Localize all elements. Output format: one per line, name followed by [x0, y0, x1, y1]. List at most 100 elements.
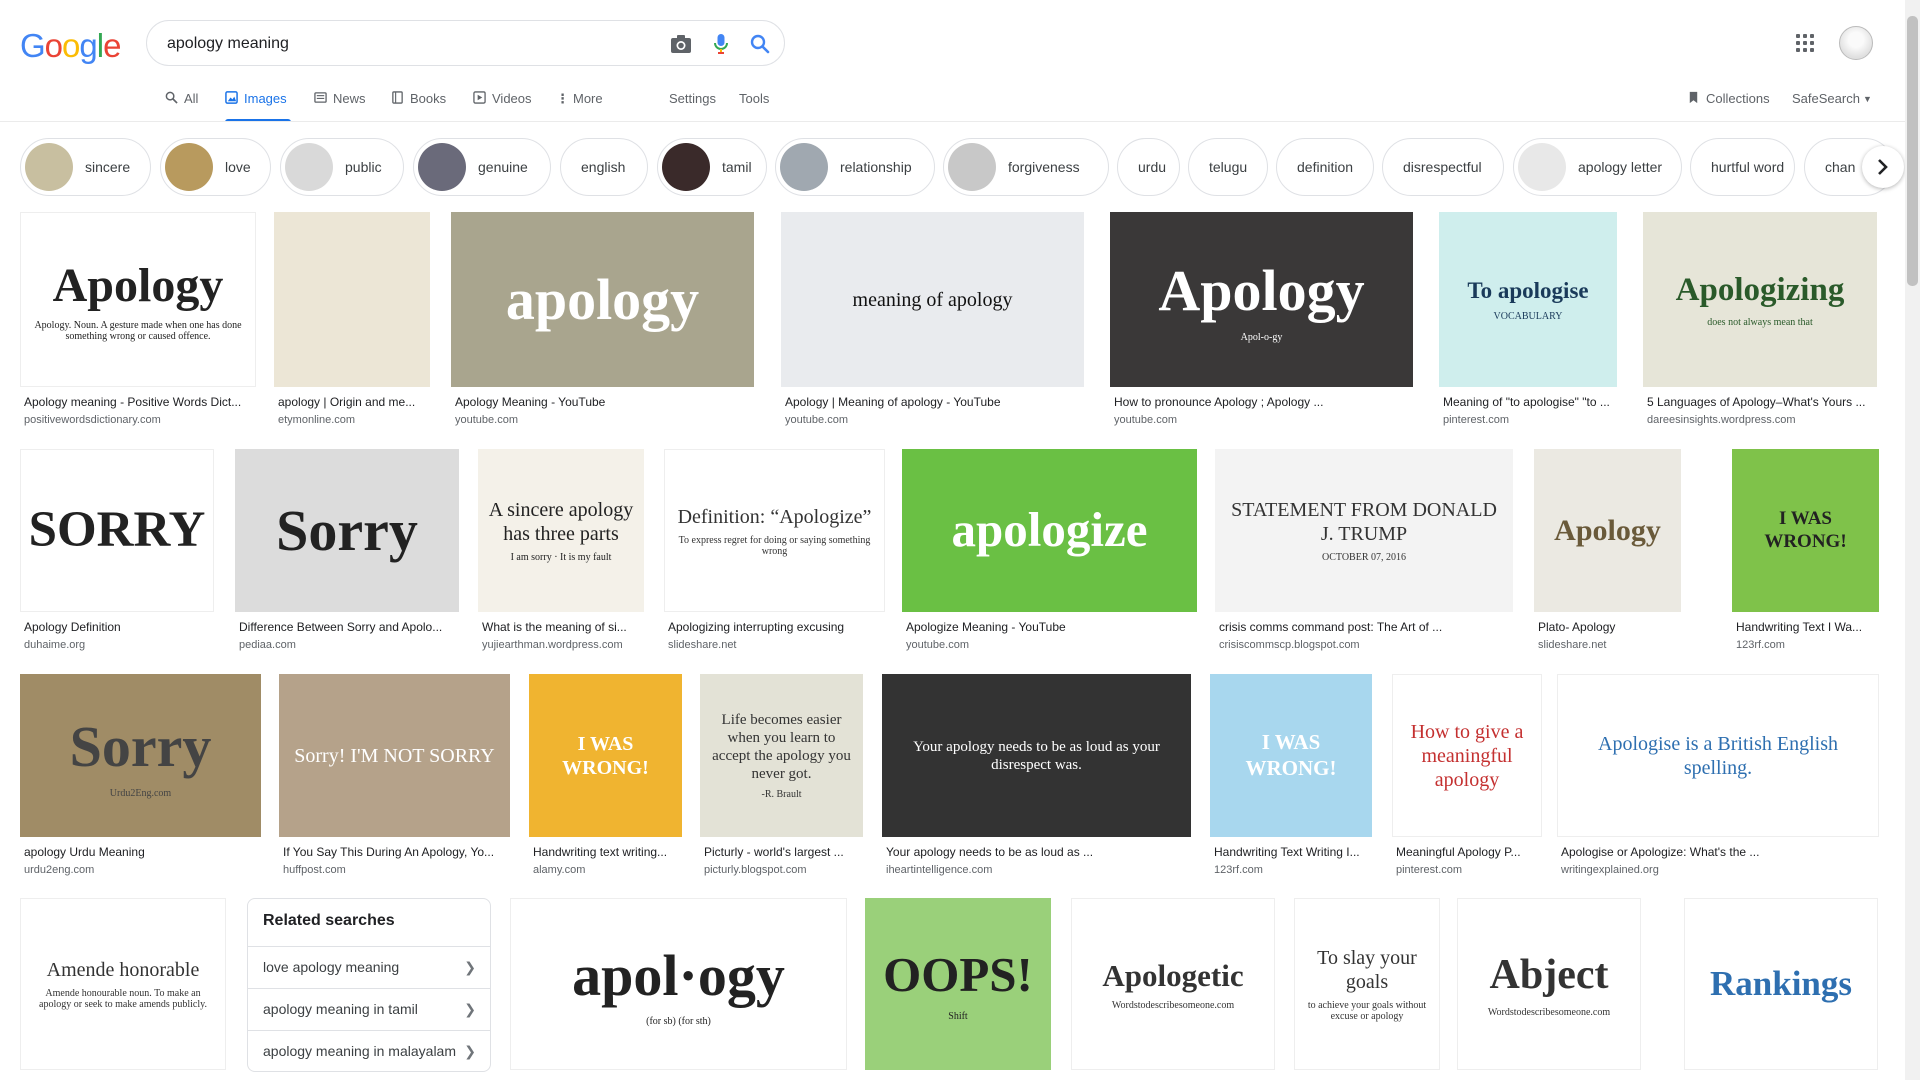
result-title[interactable]: Apology meaning - Positive Words Dict... — [24, 395, 254, 409]
tab-all[interactable]: All — [165, 86, 198, 122]
image-thumbnail[interactable]: How to give a meaningful apology — [1392, 674, 1542, 837]
image-result[interactable]: A sincere apology has three parts I am so… — [478, 449, 644, 656]
image-result[interactable]: Apology Plato- Apology slideshare.net — [1534, 449, 1681, 656]
image-result[interactable]: Apologizing does not always mean that 5 La… — [1643, 212, 1877, 431]
chip-apology-letter[interactable]: apology letter — [1513, 138, 1682, 196]
result-title[interactable]: Apologise or Apologize: What's the ... — [1561, 845, 1877, 859]
related-search-item[interactable]: love apology meaning ❯ — [248, 946, 490, 988]
collections-link[interactable]: Collections — [1687, 86, 1770, 122]
result-title[interactable]: 5 Languages of Apology–What's Yours ... — [1647, 395, 1875, 409]
image-thumbnail[interactable]: apol·ogy (for sb) (for sth) — [510, 898, 847, 1070]
safesearch-dropdown[interactable]: SafeSearch ▼ — [1792, 86, 1872, 122]
tab-news[interactable]: News — [314, 86, 366, 122]
chip-relationship[interactable]: relationship — [775, 138, 935, 196]
result-title[interactable]: Handwriting text writing... — [533, 845, 680, 859]
chip-hurtful-word[interactable]: hurtful word — [1690, 138, 1795, 196]
image-thumbnail[interactable]: I WAS WRONG! — [1210, 674, 1372, 837]
image-result[interactable]: I WAS WRONG! Handwriting Text Writing I..… — [1210, 674, 1372, 881]
result-title[interactable]: Apologizing interrupting excusing — [668, 620, 883, 634]
image-result[interactable]: I WAS WRONG! Handwriting Text I Wa... 123r… — [1732, 449, 1879, 656]
camera-icon[interactable] — [668, 31, 694, 57]
image-thumbnail[interactable]: I WAS WRONG! — [529, 674, 682, 837]
chip-genuine[interactable]: genuine — [413, 138, 551, 196]
image-result[interactable]: Apology Apol-o-gy How to pronounce Apology… — [1110, 212, 1413, 431]
image-result[interactable]: To slay your goals to achieve your goals … — [1294, 898, 1440, 1080]
image-result[interactable]: Apologetic Wordstodescribesomeone.com — [1071, 898, 1275, 1080]
image-thumbnail[interactable]: apology — [451, 212, 754, 387]
chip-sincere[interactable]: sincere — [20, 138, 151, 196]
result-title[interactable]: Handwriting Text I Wa... — [1736, 620, 1877, 634]
image-thumbnail[interactable]: apologize — [902, 449, 1197, 612]
result-title[interactable]: crisis comms command post: The Art of ..… — [1219, 620, 1511, 634]
image-thumbnail[interactable]: Amende honorable Amende honourable noun. … — [20, 898, 226, 1070]
chip-definition[interactable]: definition — [1276, 138, 1374, 196]
image-result[interactable]: meaning of apology Apology | Meaning of a… — [781, 212, 1084, 431]
image-result[interactable]: Abject Wordstodescribesomeone.com — [1457, 898, 1641, 1080]
image-result[interactable]: STATEMENT FROM DONALD J. TRUMP OCTOBER 07… — [1215, 449, 1513, 656]
result-title[interactable]: Meaning of "to apologise" "to ... — [1443, 395, 1615, 409]
chip-tamil[interactable]: tamil — [657, 138, 767, 196]
image-thumbnail[interactable]: Sorry Urdu2Eng.com — [20, 674, 261, 837]
google-logo[interactable]: Google — [20, 27, 121, 65]
tools-link[interactable]: Tools — [739, 86, 769, 122]
chip-forgiveness[interactable]: forgiveness — [943, 138, 1109, 196]
result-title[interactable]: Meaningful Apology P... — [1396, 845, 1540, 859]
image-thumbnail[interactable]: Abject Wordstodescribesomeone.com — [1457, 898, 1641, 1070]
chip-disrespectful[interactable]: disrespectful — [1382, 138, 1504, 196]
image-thumbnail[interactable]: A sincere apology has three parts I am so… — [478, 449, 644, 612]
image-result[interactable]: Your apology needs to be as loud as your… — [882, 674, 1191, 881]
tab-images[interactable]: Images — [225, 86, 291, 122]
chips-next-button[interactable] — [1862, 146, 1904, 188]
result-title[interactable]: Apologize Meaning - YouTube — [906, 620, 1195, 634]
image-thumbnail[interactable]: To slay your goals to achieve your goals … — [1294, 898, 1440, 1070]
image-result[interactable]: To apologise VOCABULARY Meaning of "to apo… — [1439, 212, 1617, 431]
result-title[interactable]: apology Urdu Meaning — [24, 845, 259, 859]
image-result[interactable]: Sorry Urdu2Eng.com apology Urdu Meaning urd… — [20, 674, 261, 881]
image-result[interactable]: Sorry! I'M NOT SORRY If You Say This Duri… — [279, 674, 510, 881]
chip-love[interactable]: love — [160, 138, 271, 196]
tab-more[interactable]: ⋮ More — [556, 86, 603, 122]
image-thumbnail[interactable]: Apologise is a British English spelling. — [1557, 674, 1879, 837]
chip-english[interactable]: english — [560, 138, 648, 196]
image-thumbnail[interactable]: Apologizing does not always mean that — [1643, 212, 1877, 387]
image-result[interactable]: apol·ogy (for sb) (for sth) — [510, 898, 847, 1080]
image-thumbnail[interactable]: Apology Apol-o-gy — [1110, 212, 1413, 387]
image-thumbnail[interactable]: SORRY — [20, 449, 214, 612]
image-result[interactable]: Apology Apology. Noun. A gesture made whe… — [20, 212, 256, 431]
related-search-item[interactable]: apology meaning in malayalam ❯ — [248, 1030, 490, 1072]
search-icon[interactable] — [747, 31, 773, 57]
image-result[interactable]: apologize Apologize Meaning - YouTube yout… — [902, 449, 1197, 656]
image-result[interactable]: How to give a meaningful apology Meaningf… — [1392, 674, 1542, 881]
image-thumbnail[interactable]: STATEMENT FROM DONALD J. TRUMP OCTOBER 07… — [1215, 449, 1513, 612]
image-result[interactable]: Life becomes easier when you learn to ac… — [700, 674, 863, 881]
tab-books[interactable]: Books — [391, 86, 446, 122]
image-result[interactable]: OOPS! Shift — [865, 898, 1051, 1080]
image-thumbnail[interactable]: Sorry! I'M NOT SORRY — [279, 674, 510, 837]
apps-grid-icon[interactable] — [1793, 31, 1817, 55]
image-thumbnail[interactable]: To apologise VOCABULARY — [1439, 212, 1617, 387]
result-title[interactable]: apology | Origin and me... — [278, 395, 428, 409]
image-result[interactable]: Apologise is a British English spelling.… — [1557, 674, 1879, 881]
scrollbar-thumb[interactable] — [1907, 16, 1918, 286]
result-title[interactable]: Picturly - world's largest ... — [704, 845, 861, 859]
result-title[interactable]: Apology Definition — [24, 620, 212, 634]
result-title[interactable]: How to pronounce Apology ; Apology ... — [1114, 395, 1411, 409]
image-thumbnail[interactable]: Definition: “Apologize” To express regret… — [664, 449, 885, 612]
account-avatar[interactable] — [1839, 26, 1873, 60]
result-title[interactable]: If You Say This During An Apology, Yo... — [283, 845, 508, 859]
image-result[interactable]: I WAS WRONG! Handwriting text writing... a… — [529, 674, 682, 881]
image-thumbnail[interactable]: Sorry — [235, 449, 459, 612]
result-title[interactable]: What is the meaning of si... — [482, 620, 642, 634]
image-thumbnail[interactable]: Life becomes easier when you learn to ac… — [700, 674, 863, 837]
microphone-icon[interactable] — [708, 31, 734, 57]
image-result[interactable]: apology Apology Meaning - YouTube youtube.… — [451, 212, 754, 431]
result-title[interactable]: Your apology needs to be as loud as ... — [886, 845, 1189, 859]
image-result[interactable]: Definition: “Apologize” To express regret… — [664, 449, 885, 656]
image-thumbnail[interactable]: meaning of apology — [781, 212, 1084, 387]
chip-telugu[interactable]: telugu — [1188, 138, 1268, 196]
image-thumbnail[interactable]: Your apology needs to be as loud as your… — [882, 674, 1191, 837]
page-scrollbar[interactable] — [1905, 0, 1920, 1080]
image-thumbnail[interactable]: OOPS! Shift — [865, 898, 1051, 1070]
result-title[interactable]: Difference Between Sorry and Apolo... — [239, 620, 457, 634]
chip-urdu[interactable]: urdu — [1117, 138, 1180, 196]
